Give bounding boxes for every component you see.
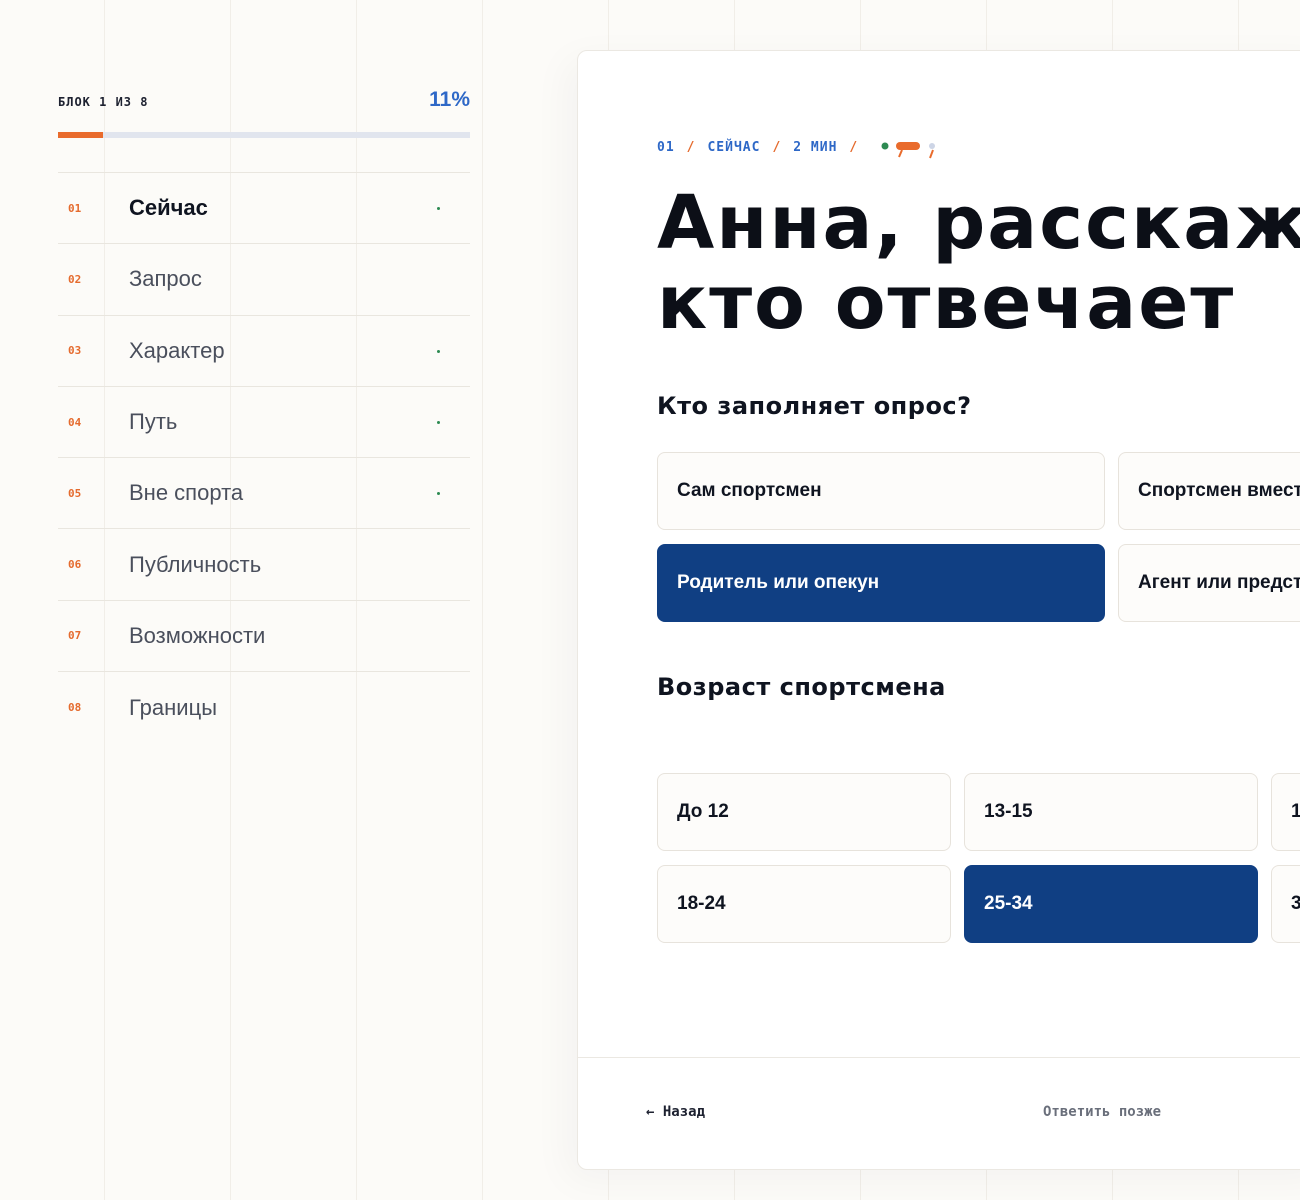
step-label: Путь <box>129 409 178 435</box>
progress-sidebar: БЛОК 1 ИЗ 8 11% 01 Сейчас 02 Запрос 03 Характ… <box>58 84 470 743</box>
meta-separator: / <box>772 139 782 155</box>
step-item[interactable]: 01 Сейчас <box>58 173 470 245</box>
status-dot-icon <box>437 421 440 425</box>
headline-line-1: Анна, расскажи <box>657 180 1300 266</box>
progress-bar <box>58 132 470 138</box>
step-label: Вне спорта <box>129 480 244 506</box>
step-number: 03 <box>68 344 82 358</box>
step-meta: 01 / СЕЙЧАС / 2 МИН / <box>657 135 940 159</box>
status-dot-icon <box>437 349 440 353</box>
step-item[interactable]: 06 Публичность <box>58 529 470 601</box>
step-label: Публичность <box>129 551 262 577</box>
option-button[interactable]: До 12 <box>657 773 951 851</box>
option-button[interactable]: Спортсмен вместе <box>1118 452 1300 530</box>
meta-duration: 2 МИН <box>793 139 838 155</box>
step-number: 02 <box>68 272 82 286</box>
option-button[interactable]: Родитель или опекун <box>657 544 1105 622</box>
step-number: 06 <box>68 558 82 572</box>
step-item[interactable]: 08 Границы <box>58 672 470 743</box>
step-item[interactable]: 05 Вне спорта <box>58 458 470 530</box>
card-footer: ← Назад Ответить позже <box>578 1057 1300 1169</box>
step-item[interactable]: 07 Возможности <box>58 601 470 673</box>
page-title: Анна, расскажи кто отвечает <box>657 183 1300 343</box>
progress-header: БЛОК 1 ИЗ 8 11% <box>58 84 470 116</box>
meta-section: СЕЙЧАС <box>707 139 761 155</box>
step-number: 01 <box>68 201 82 215</box>
step-number: 07 <box>68 629 82 643</box>
question-who-fills: Кто заполняет опрос? <box>657 392 972 420</box>
option-button[interactable]: 13-15 <box>964 773 1258 851</box>
meta-separator: / <box>686 139 696 155</box>
step-number: 08 <box>68 701 82 715</box>
headline-line-2: кто отвечает <box>657 260 1236 346</box>
option-button[interactable]: 35+ <box>1271 865 1300 943</box>
option-button[interactable]: 25-34 <box>964 865 1258 943</box>
question-card: 01 / СЕЙЧАС / 2 МИН / Анна, расскажи кто… <box>577 50 1300 1170</box>
step-label: Характер <box>129 337 225 363</box>
back-button[interactable]: ← Назад <box>646 1104 705 1120</box>
option-button[interactable]: 16-17 <box>1271 773 1300 851</box>
option-button[interactable]: 18-24 <box>657 865 951 943</box>
step-number: 04 <box>68 415 82 429</box>
question-age: Возраст спортсмена <box>657 673 946 701</box>
step-item[interactable]: 03 Характер <box>58 316 470 387</box>
progress-percent: 11% <box>429 88 470 111</box>
step-label: Границы <box>129 694 217 720</box>
step-label: Запрос <box>129 266 202 292</box>
status-dot-icon <box>437 492 440 496</box>
progress-dots-icon <box>880 135 940 159</box>
status-dot-icon <box>437 207 440 211</box>
option-button[interactable]: Сам спортсмен <box>657 452 1105 530</box>
progress-bar-fill <box>58 132 104 138</box>
meta-step-number: 01 <box>657 139 675 155</box>
step-label: Возможности <box>129 622 266 648</box>
step-number: 05 <box>68 486 82 500</box>
step-label: Сейчас <box>129 195 208 221</box>
option-button[interactable]: Агент или представитель <box>1118 544 1300 622</box>
meta-separator: / <box>849 139 859 155</box>
step-item[interactable]: 04 Путь <box>58 387 470 459</box>
step-list: 01 Сейчас 02 Запрос 03 Характер 04 Путь 05 Вне сп… <box>58 172 470 743</box>
block-counter: БЛОК 1 ИЗ 8 <box>58 95 149 109</box>
answer-later-button[interactable]: Ответить позже <box>1043 1104 1161 1120</box>
step-item[interactable]: 02 Запрос <box>58 244 470 316</box>
